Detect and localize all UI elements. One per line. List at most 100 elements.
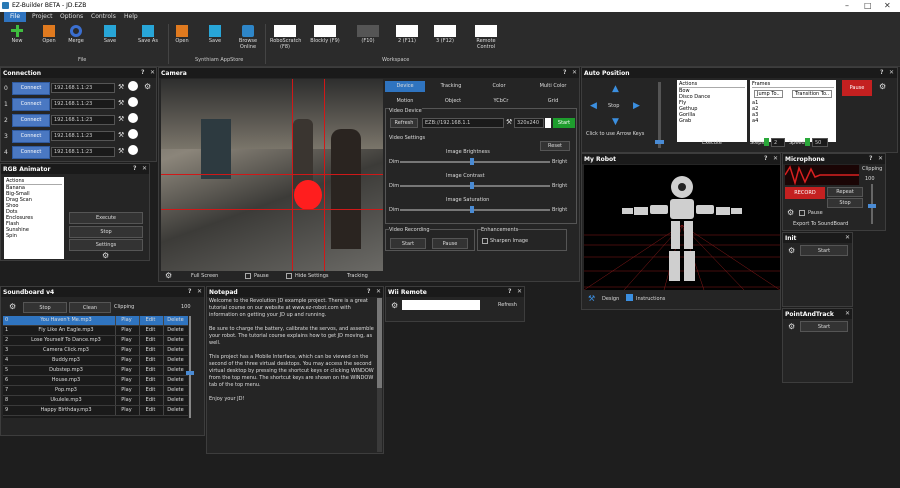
edit-button[interactable]: Edit	[139, 406, 161, 415]
saturation-slider[interactable]	[400, 206, 550, 213]
connect-button[interactable]: Connect	[12, 98, 50, 111]
execute-button[interactable]: Execute	[69, 212, 143, 224]
tab-tracking[interactable]: Tracking	[431, 83, 471, 89]
table-row[interactable]: 1 Fly Like An Eagle.mp3 Play Edit Delete	[3, 326, 188, 336]
panel-help-icon[interactable]: ?	[508, 288, 511, 295]
ezb-icon[interactable]	[128, 113, 138, 123]
edit-button[interactable]: Edit	[139, 396, 161, 405]
play-button[interactable]: Play	[115, 366, 137, 375]
pause-checkbox[interactable]	[245, 273, 251, 279]
delete-button[interactable]: Delete	[163, 366, 187, 375]
tab-ycbcr[interactable]: YCbCr	[481, 98, 521, 104]
delete-button[interactable]: Delete	[163, 356, 187, 365]
play-button[interactable]: Play	[115, 386, 137, 395]
list-item[interactable]: Grab	[679, 118, 745, 124]
gear-icon[interactable]: ⚙	[787, 209, 794, 217]
gear-icon[interactable]: ⚙	[165, 272, 172, 280]
panel-help-icon[interactable]: ?	[880, 69, 883, 76]
table-row[interactable]: 8 Ukulele.mp3 Play Edit Delete	[3, 396, 188, 406]
panel-help-icon[interactable]: ?	[764, 155, 767, 162]
panel-close-icon[interactable]: ✕	[773, 155, 778, 162]
edit-button[interactable]: Edit	[139, 316, 161, 325]
resolution-select[interactable]: 320x240	[514, 118, 544, 128]
mic-pause-checkbox[interactable]	[799, 210, 805, 216]
address-field[interactable]: 192.168.1.1:23	[51, 99, 115, 109]
panel-close-icon[interactable]: ✕	[572, 69, 577, 76]
remote-control-button[interactable]: Remote Control	[468, 25, 504, 50]
arrow-down-icon[interactable]: ▼	[612, 117, 619, 127]
notepad-textarea[interactable]: Welcome to the Revolution JD example pro…	[209, 298, 375, 452]
ezb-icon[interactable]	[128, 129, 138, 139]
workspace-f12-button[interactable]: 3 (F12)	[430, 25, 460, 44]
gear-icon[interactable]: ⚙	[788, 323, 795, 331]
frames-list[interactable]: Frames Jump To.. Transition To.. a1 a2 a…	[750, 80, 836, 142]
mic-stop-button[interactable]: Stop	[827, 198, 863, 208]
edit-button[interactable]: Edit	[139, 366, 161, 375]
menu-controls[interactable]: Controls	[91, 13, 116, 20]
edit-button[interactable]: Edit	[139, 356, 161, 365]
delete-button[interactable]: Delete	[163, 326, 187, 335]
soundboard-clean-button[interactable]: Clean	[69, 302, 111, 313]
reset-button[interactable]: Reset	[540, 141, 570, 151]
table-row[interactable]: 7 Pop.mp3 Play Edit Delete	[3, 386, 188, 396]
tools-icon[interactable]: ⚒	[118, 147, 124, 155]
edit-button[interactable]: Edit	[139, 326, 161, 335]
position-stop-button[interactable]: Stop	[608, 103, 619, 109]
camera-start-button[interactable]: Start	[553, 118, 575, 128]
tools-icon[interactable]: ⚒	[118, 115, 124, 123]
table-row[interactable]: 9 Happy Birthday.mp3 Play Edit Delete	[3, 406, 188, 416]
wii-remote-select[interactable]	[402, 300, 480, 310]
ezb-icon[interactable]	[128, 81, 138, 91]
speed-field[interactable]: 50	[812, 138, 828, 147]
browse-online-button[interactable]: Browse Online	[234, 25, 262, 50]
panel-help-icon[interactable]: ?	[133, 165, 136, 172]
workspace-f11-button[interactable]: 2 (F11)	[392, 25, 422, 44]
delete-button[interactable]: Delete	[163, 406, 187, 415]
edit-button[interactable]: Edit	[139, 346, 161, 355]
speed-stepper-icon[interactable]	[805, 138, 810, 146]
table-row[interactable]: 2 Lose Yourself To Dance.mp3 Play Edit Delet…	[3, 336, 188, 346]
play-button[interactable]: Play	[115, 316, 137, 325]
delete-button[interactable]: Delete	[163, 336, 187, 345]
repeat-button[interactable]: Repeat	[827, 187, 863, 197]
soundboard-volume-slider[interactable]	[186, 316, 194, 418]
speed-slider[interactable]	[655, 82, 664, 148]
table-row[interactable]: 6 House.mp3 Play Edit Delete	[3, 376, 188, 386]
menu-project[interactable]: Project	[32, 13, 53, 20]
play-button[interactable]: Play	[115, 356, 137, 365]
play-button[interactable]: Play	[115, 376, 137, 385]
play-button[interactable]: Play	[115, 406, 137, 415]
play-button[interactable]: Play	[115, 346, 137, 355]
synthiam-save-button[interactable]: Save	[201, 25, 229, 44]
brightness-slider[interactable]	[400, 158, 550, 165]
roboscratch-button[interactable]: RoboScratch (F8)	[270, 25, 301, 50]
gear-icon[interactable]: ⚙	[144, 83, 151, 91]
table-row[interactable]: 5 Dubstep.mp3 Play Edit Delete	[3, 366, 188, 376]
panel-close-icon[interactable]: ✕	[142, 165, 147, 172]
rgb-actions-list[interactable]: Actions Banana Big-Small Drag Scan Shoo …	[4, 177, 64, 259]
tab-multi-color[interactable]: Multi Color	[531, 83, 575, 89]
delete-button[interactable]: Delete	[163, 376, 187, 385]
address-field[interactable]: 192.168.1.1:23	[51, 115, 115, 125]
list-item[interactable]: a4	[752, 118, 834, 124]
soundboard-stop-button[interactable]: Stop	[23, 302, 67, 313]
panel-help-icon[interactable]: ?	[869, 155, 872, 162]
panel-close-icon[interactable]: ✕	[150, 69, 155, 76]
panel-close-icon[interactable]: ✕	[517, 288, 522, 295]
play-button[interactable]: Play	[115, 396, 137, 405]
gear-icon[interactable]: ⚙	[102, 252, 109, 260]
robot-3d-view[interactable]	[584, 165, 780, 290]
delete-button[interactable]: Delete	[163, 346, 187, 355]
connect-button[interactable]: Connect	[12, 130, 50, 143]
address-field[interactable]: 192.168.1.1:23	[51, 147, 115, 157]
mic-level-slider[interactable]	[868, 184, 876, 224]
panel-help-icon[interactable]: ?	[563, 69, 566, 76]
arrow-right-icon[interactable]: ▶	[633, 101, 640, 111]
camera-video-feed[interactable]	[161, 79, 383, 271]
tools-icon[interactable]: ⚒	[118, 131, 124, 139]
delete-button[interactable]: Delete	[163, 396, 187, 405]
stop-button[interactable]: Stop	[69, 226, 143, 238]
wii-refresh-button[interactable]: Refresh	[498, 302, 517, 308]
tools-icon[interactable]: ⚒	[506, 118, 512, 126]
workspace-f10-button[interactable]: (F10)	[353, 25, 383, 44]
